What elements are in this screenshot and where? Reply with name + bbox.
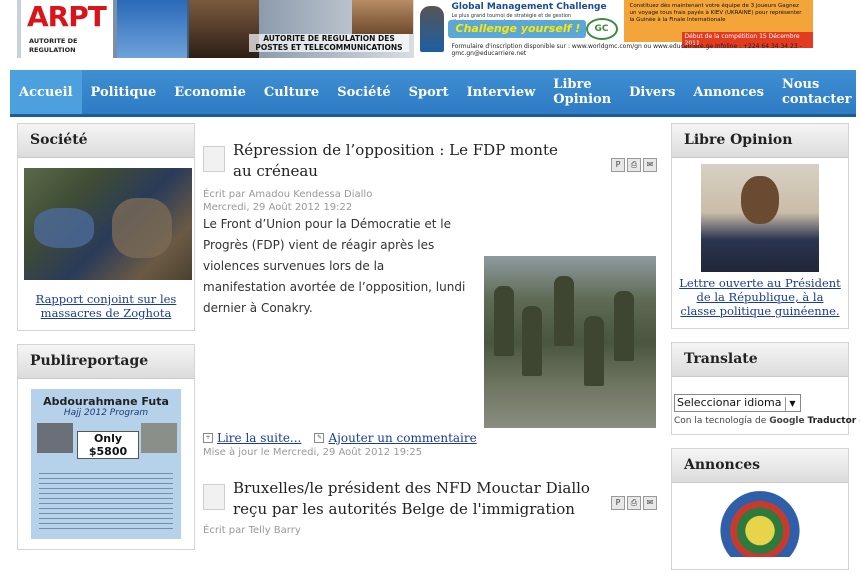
hajj-ad-price: Only $5800 — [77, 431, 139, 459]
arpt-logo-text: ARPT — [27, 0, 107, 33]
gmc-slogan: Challenge yourself ! — [447, 20, 586, 38]
arpt-caption: AUTORITE DE REGULATION DES POSTES ET TEL… — [249, 34, 409, 52]
article-item: Bruxelles/le président des NFD Mouctar D… — [203, 478, 663, 537]
comment-icon: ✎ — [314, 432, 325, 443]
nav-item-societe[interactable]: Société — [328, 70, 399, 114]
image-detail — [741, 176, 779, 224]
nav-item-culture[interactable]: Culture — [255, 70, 328, 114]
societe-title: Société — [18, 124, 194, 158]
nav-item-nous-contacter[interactable]: Nous contacter — [773, 70, 860, 114]
image-detail — [112, 198, 172, 258]
chevron-down-icon: ▼ — [785, 397, 798, 411]
nav-item-divers[interactable]: Divers — [620, 70, 684, 114]
publireportage-title: Publireportage — [18, 345, 194, 379]
header-banner: ARPT AUTORITE DE REGULATION AUTORITE DE … — [17, 0, 813, 58]
language-select-value: Seleccionar idioma — [677, 396, 782, 409]
powered-by-suffix[interactable]: Traductor de G — [807, 416, 860, 426]
gmc-ad-banner[interactable]: Global Management Challenge Le plus gran… — [412, 0, 813, 58]
gmc-headline: Global Management Challenge — [451, 2, 607, 12]
translate-module: Translate Seleccionar idioma ▼ Con la tec… — [671, 342, 860, 435]
main-content: Répression de l’opposition : Le FDP mont… — [203, 140, 663, 537]
arpt-logo-sub: AUTORITE DE REGULATION — [29, 37, 78, 54]
nav-item-politique[interactable]: Politique — [82, 70, 166, 114]
article-footer: + Lire la suite... ✎ Ajouter un commentair… — [203, 427, 477, 459]
article-author: Écrit par Telly Barry — [203, 525, 301, 536]
arpt-logo: ARPT AUTORITE DE REGULATION — [21, 0, 113, 58]
opinion-link[interactable]: Lettre ouverte au Président de la Républ… — [678, 276, 842, 318]
article-item: Répression de l’opposition : Le FDP mont… — [203, 140, 663, 470]
ad-photo — [37, 423, 73, 453]
nav-item-accueil[interactable]: Accueil — [10, 70, 82, 114]
image-detail — [584, 316, 604, 386]
societe-link[interactable]: Rapport conjoint sur les massacres de Zo… — [24, 292, 188, 320]
ad-text-lines — [39, 469, 173, 529]
annonce-image[interactable] — [700, 489, 820, 559]
arpt-ad-banner[interactable]: ARPT AUTORITE DE REGULATION AUTORITE DE … — [17, 0, 413, 58]
article-image[interactable] — [484, 256, 656, 428]
annonces-title: Annonces — [672, 449, 848, 483]
article-icon — [203, 484, 225, 510]
read-more-icon: + — [203, 432, 213, 443]
image-detail — [614, 291, 634, 361]
google-logo[interactable]: Google — [769, 416, 804, 426]
nav-item-interview[interactable]: Interview — [458, 70, 545, 114]
translate-powered-by: Con la tecnología de Google Traductor de… — [674, 416, 860, 426]
nav-item-libre-opinion[interactable]: Libre Opinion — [544, 70, 620, 114]
image-detail — [34, 208, 94, 248]
annonces-module: Annonces — [671, 448, 849, 570]
article-actions: P ⎙ ✉ — [611, 158, 657, 172]
image-detail — [708, 491, 812, 557]
image-detail — [494, 286, 514, 356]
person-figure-icon — [419, 6, 444, 52]
email-icon[interactable]: ✉ — [643, 496, 657, 510]
article-date: Mercredi, 29 Août 2012 19:22 — [203, 202, 353, 213]
nav-item-annonces[interactable]: Annonces — [684, 70, 773, 114]
societe-module: Société Rapport conjoint sur les massacr… — [17, 123, 195, 331]
article-title[interactable]: Répression de l’opposition : Le FDP mont… — [233, 140, 573, 182]
article-paragraph: manifestation avortée de l’opposition, l… — [203, 280, 466, 315]
opinion-image[interactable] — [701, 164, 819, 272]
societe-image[interactable] — [24, 168, 192, 280]
translate-title: Translate — [672, 343, 848, 377]
publireportage-module: Publireportage Abdourahmane Futa Hajj 20… — [17, 344, 195, 550]
image-detail — [522, 306, 542, 376]
hajj-ad-title: Abdourahmane Futa — [43, 395, 169, 408]
add-comment-link[interactable]: Ajouter un commentaire — [328, 431, 476, 445]
headset-woman-image — [352, 0, 413, 34]
article-updated: Mise à jour le Mercredi, 29 Août 2012 19… — [203, 447, 423, 458]
print-icon[interactable]: ⎙ — [627, 158, 641, 172]
nav-item-economie[interactable]: Economie — [165, 70, 255, 114]
image-detail — [554, 276, 574, 346]
hajj-ad-image[interactable]: Abdourahmane Futa Hajj 2012 Program Only… — [31, 389, 181, 539]
article-author: Écrit par Amadou Kendessa Diallo — [203, 189, 373, 200]
print-icon[interactable]: ⎙ — [627, 496, 641, 510]
right-sidebar: Libre Opinion Lettre ouverte au Présiden… — [671, 123, 860, 583]
language-select[interactable]: Seleccionar idioma ▼ — [674, 394, 802, 412]
telecom-tower-image — [117, 0, 187, 58]
read-more-link[interactable]: Lire la suite... — [217, 431, 301, 445]
email-icon[interactable]: ✉ — [643, 158, 657, 172]
article-icon — [203, 146, 225, 172]
article-title[interactable]: Bruxelles/le président des NFD Mouctar D… — [233, 478, 623, 520]
pdf-icon[interactable]: P — [611, 158, 625, 172]
libre-opinion-title: Libre Opinion — [672, 124, 848, 158]
nav-item-sport[interactable]: Sport — [400, 70, 458, 114]
article-actions: P ⎙ ✉ — [611, 496, 657, 510]
article-paragraph: Le Front d’Union pour la Démocratie et l… — [203, 217, 451, 273]
powered-by-prefix: Con la tecnología de — [674, 416, 767, 426]
main-nav: Accueil Politique Economie Culture Socié… — [10, 70, 856, 117]
hajj-ad-sub: Hajj 2012 Program — [63, 408, 149, 418]
libre-opinion-module: Libre Opinion Lettre ouverte au Présiden… — [671, 123, 849, 329]
gmc-logo: GC — [585, 18, 618, 40]
pdf-icon[interactable]: P — [611, 496, 625, 510]
left-sidebar: Société Rapport conjoint sur les massacr… — [17, 123, 195, 563]
gmc-footer: Formulaire d'inscription disponible sur … — [451, 43, 802, 57]
ad-photo — [141, 423, 177, 453]
